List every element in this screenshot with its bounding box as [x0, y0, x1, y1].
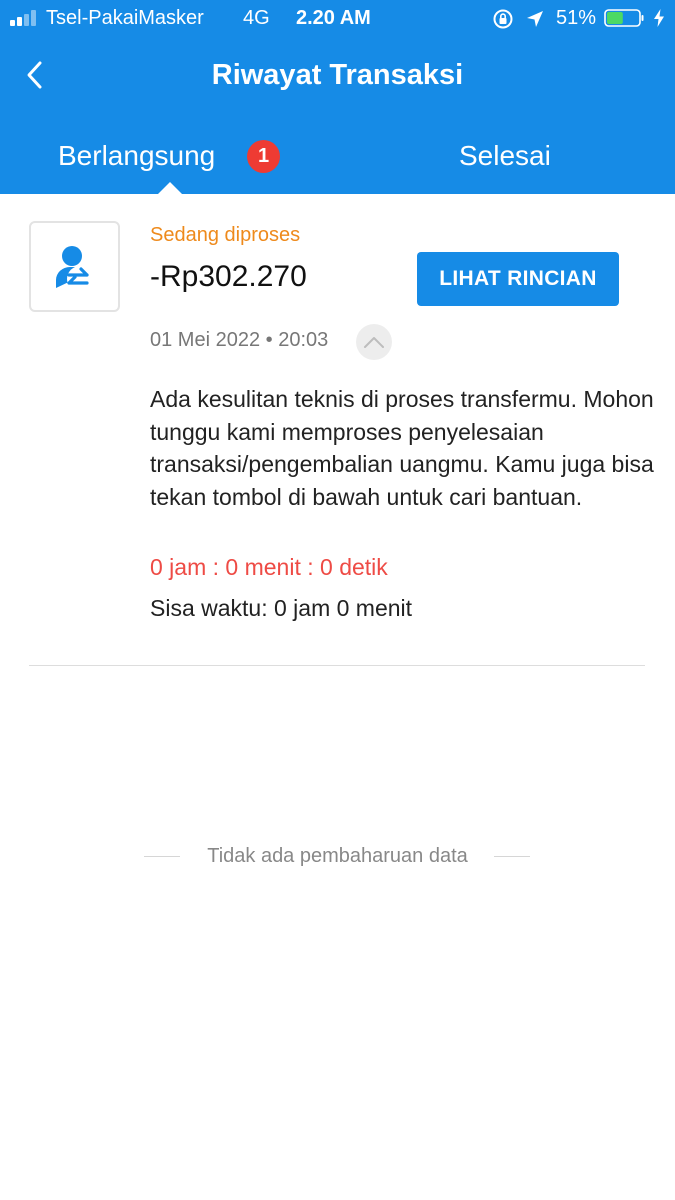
signal-strength-icon	[10, 10, 42, 26]
transaction-datetime: 01 Mei 2022 • 20:03	[150, 329, 329, 351]
tab-notification-badge: 1	[247, 140, 280, 173]
collapse-button[interactable]	[356, 324, 392, 360]
divider	[29, 665, 645, 666]
chevron-up-icon	[364, 337, 384, 348]
transaction-message: Ada kesulitan teknis di proses transferm…	[150, 386, 654, 510]
transaction-status: Sedang diproses	[150, 224, 301, 246]
active-tab-indicator	[158, 182, 182, 194]
status-bar: Tsel-PakaiMasker 4G 2.20 AM 51%	[0, 0, 675, 38]
transaction-icon-box	[29, 221, 120, 312]
battery-icon	[604, 9, 644, 27]
charging-bolt-icon	[654, 9, 664, 27]
footer-line-right	[494, 856, 530, 857]
app-header: Tsel-PakaiMasker 4G 2.20 AM 51% Riwayat …	[0, 0, 675, 194]
tab-selesai[interactable]: Selesai	[459, 136, 551, 176]
location-arrow-icon	[527, 11, 543, 27]
remaining-time: Sisa waktu: 0 jam 0 menit	[150, 595, 413, 621]
transaction-amount: -Rp302.270	[150, 260, 307, 293]
battery-percentage: 51%	[556, 7, 597, 29]
tab-berlangsung[interactable]: Berlangsung	[58, 136, 215, 176]
orientation-lock-icon	[493, 9, 513, 29]
view-details-button[interactable]: LIHAT RINCIAN	[417, 252, 619, 306]
page-title: Riwayat Transaksi	[211, 59, 464, 91]
carrier-name: Tsel-PakaiMasker	[46, 7, 204, 29]
no-updates-note: Tidak ada pembaharuan data	[207, 845, 468, 867]
countdown-timer: 0 jam : 0 menit : 0 detik	[150, 554, 388, 580]
network-type: 4G	[243, 7, 270, 29]
user-transfer-icon	[56, 246, 93, 292]
status-time: 2.20 AM	[296, 7, 371, 29]
